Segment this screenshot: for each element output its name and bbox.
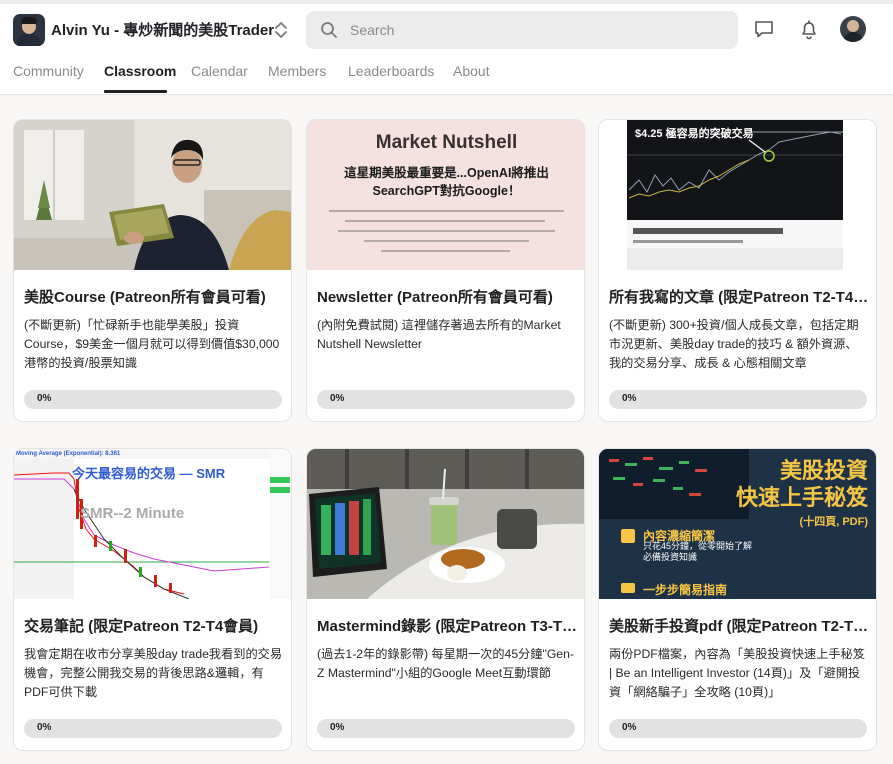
search-bar[interactable] [306, 11, 738, 49]
course-card[interactable]: Market Nutshell 這星期美股最重要是...OpenAI將推出 Se… [306, 119, 585, 422]
pdf-cover-title: 美股投資 快速上手秘笈 [735, 458, 868, 510]
progress-bar: 0% [317, 719, 575, 738]
chart-caption: $4.25 極容易的突破交易 [635, 126, 754, 140]
tab-about[interactable]: About [453, 63, 490, 79]
course-description: 兩份PDF檔案，內容為「美股投資快速上手秘笈 | Be an Intellige… [609, 647, 865, 699]
course-card[interactable]: 美股Course (Patreon所有會員可看) (不斷更新)「忙碌新手也能學美… [13, 119, 292, 422]
laptop-desk-photo-image [307, 449, 584, 599]
course-thumbnail: Moving Average (Exponential): 8.361 今天最容… [14, 449, 291, 599]
chat-icon[interactable] [753, 18, 775, 40]
course-description: (內附免費試閱) 這裡儲存著過去所有的Market Nutshell Newsl… [317, 318, 561, 351]
newsletter-brand: Market Nutshell [375, 132, 518, 153]
thumbnail-title: 今天最容易的交易 — SMR [72, 466, 226, 481]
thumbnail-subtitle: SMR--2 Minute [80, 505, 185, 522]
active-tab-indicator [104, 90, 167, 93]
tab-classroom[interactable]: Classroom [104, 63, 176, 79]
course-thumbnail: $4.25 極容易的突破交易 [599, 120, 876, 270]
bell-icon[interactable] [798, 18, 820, 40]
progress-bar: 0% [24, 390, 282, 409]
progress-label: 0% [37, 393, 52, 404]
course-description: 我會定期在收市分享美股day trade我看到的交易機會，完整公開我交易的背後思… [24, 647, 283, 699]
course-card[interactable]: $4.25 極容易的突破交易 所有我寫的文章 (限定Patreon T2-T4會… [598, 119, 877, 422]
indicator-label: Moving Average (Exponential): 8.361 [16, 451, 121, 457]
user-avatar[interactable] [840, 16, 866, 42]
newsletter-headline: 這星期美股最重要是...OpenAI將推出 SearchGPT對抗Google！ [344, 166, 549, 198]
course-card[interactable]: Mastermind錄影 (限定Patreon T3-T4會員) (過去1-2年… [306, 448, 585, 751]
tab-calendar[interactable]: Calendar [191, 63, 248, 79]
course-card[interactable]: 美股投資 快速上手秘笈 (十四頁, PDF) 內容濃縮簡潔 只花45分鐘，從零開… [598, 448, 877, 751]
course-thumbnail [307, 449, 584, 599]
course-title: Mastermind錄影 (限定Patreon T3-T4會員) [317, 618, 579, 635]
pdf-cover-point: 一步步簡易指南 [643, 583, 728, 597]
pdf-cover-point-detail: 只花45分鐘，從零開始了解必備投資知識 [643, 541, 753, 562]
course-description: (過去1-2年的錄影帶) 每星期一次的45分鐘"Gen-Z Mastermind… [317, 647, 574, 680]
course-thumbnail [14, 120, 291, 270]
course-title: 所有我寫的文章 (限定Patreon T2-T4會員) [609, 289, 871, 306]
tab-members[interactable]: Members [268, 63, 326, 79]
top-edge [0, 0, 893, 4]
course-title: 美股Course (Patreon所有會員可看) [24, 289, 266, 306]
course-title: 美股新手投資pdf (限定Patreon T2-T4會員) [609, 618, 871, 635]
reading-photo-image [14, 120, 291, 270]
search-input[interactable] [350, 11, 730, 49]
progress-label: 0% [330, 722, 345, 733]
tab-community[interactable]: Community [13, 63, 84, 79]
course-thumbnail: Market Nutshell 這星期美股最重要是...OpenAI將推出 Se… [307, 120, 584, 270]
course-card[interactable]: Moving Average (Exponential): 8.361 今天最容… [13, 448, 292, 751]
chevron-up-down-icon[interactable] [272, 20, 290, 40]
progress-bar: 0% [24, 719, 282, 738]
course-description: (不斷更新) 300+投資/個人成長文章，包括定期市況更新、美股day trad… [609, 318, 859, 370]
pdf-cover-pages: (十四頁, PDF) [799, 516, 868, 528]
progress-label: 0% [330, 393, 345, 404]
progress-bar: 0% [609, 390, 867, 409]
progress-bar: 0% [317, 390, 575, 409]
search-icon [321, 22, 337, 38]
tab-leaderboards[interactable]: Leaderboards [348, 63, 434, 79]
course-title: Newsletter (Patreon所有會員可看) [317, 289, 553, 306]
top-bar: Alvin Yu - 專炒新聞的美股Trader Community Class… [0, 0, 893, 95]
course-description: (不斷更新)「忙碌新手也能學美股」投資Course，$9美金一個月就可以得到價值… [24, 318, 280, 370]
progress-label: 0% [37, 722, 52, 733]
progress-label: 0% [622, 722, 637, 733]
group-name[interactable]: Alvin Yu - 專炒新聞的美股Trader [51, 19, 274, 40]
course-title: 交易筆記 (限定Patreon T2-T4會員) [24, 618, 259, 635]
progress-bar: 0% [609, 719, 867, 738]
group-logo[interactable] [13, 14, 45, 46]
newsletter-text-lines [329, 210, 564, 260]
progress-label: 0% [622, 393, 637, 404]
course-thumbnail: 美股投資 快速上手秘笈 (十四頁, PDF) 內容濃縮簡潔 只花45分鐘，從零開… [599, 449, 876, 599]
breakout-chart-image: $4.25 極容易的突破交易 [627, 120, 843, 270]
